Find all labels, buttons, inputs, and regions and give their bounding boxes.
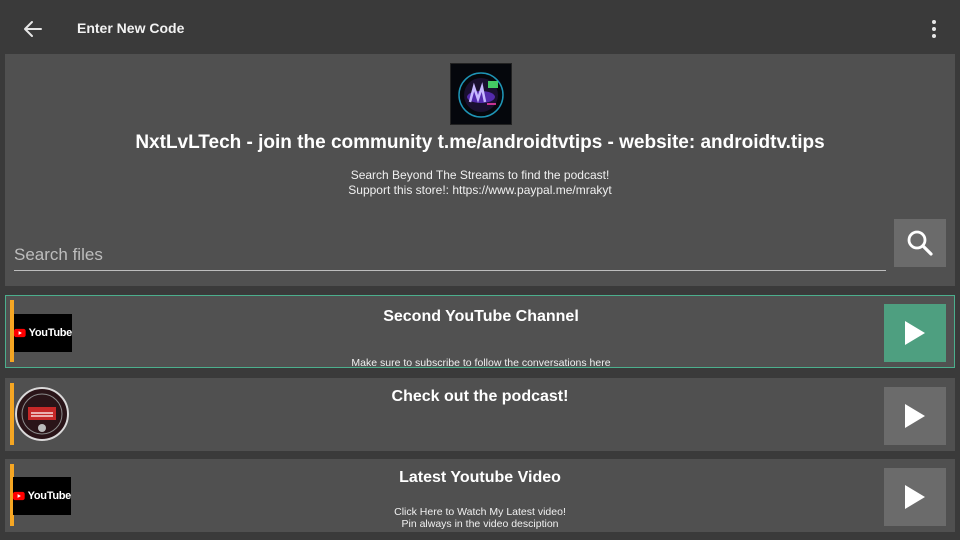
store-title: NxtLvLTech - join the community t.me/and… <box>135 132 825 153</box>
youtube-logo-icon: YouTube <box>14 314 72 352</box>
item-description: Make sure to subscribe to follow the con… <box>351 357 611 369</box>
item-thumbnail: YouTube <box>14 314 72 352</box>
play-button[interactable] <box>884 468 946 526</box>
item-title: Latest Youtube Video <box>399 469 561 486</box>
youtube-logo-icon: YouTube <box>13 477 71 515</box>
play-icon <box>905 321 925 345</box>
play-icon <box>905 404 925 428</box>
item-description-line: Pin always in the video desciption <box>401 518 559 530</box>
play-button[interactable] <box>884 387 946 445</box>
search-input[interactable] <box>14 242 886 271</box>
item-thumbnail <box>11 384 73 444</box>
list-item[interactable]: Check out the podcast! <box>5 378 955 451</box>
search-icon <box>907 230 933 256</box>
item-title: Check out the podcast! <box>391 388 569 405</box>
item-thumbnail: YouTube <box>13 477 71 515</box>
youtube-logo-text: YouTube <box>27 490 71 502</box>
item-description: Click Here to Watch My Latest video! Pin… <box>75 506 885 530</box>
page-title: Enter New Code <box>77 20 185 36</box>
store-description-line: Support this store!: https://www.paypal.… <box>348 183 612 197</box>
play-icon <box>905 485 925 509</box>
play-button[interactable] <box>884 304 946 362</box>
back-button[interactable] <box>18 14 48 44</box>
store-description: Search Beyond The Streams to find the po… <box>5 168 955 198</box>
more-vert-icon[interactable] <box>924 16 944 42</box>
item-title: Second YouTube Channel <box>383 308 579 325</box>
store-description-line: Search Beyond The Streams to find the po… <box>350 168 610 182</box>
arrow-left-icon <box>24 21 42 37</box>
store-logo <box>450 63 512 125</box>
podcast-logo-icon <box>15 387 69 441</box>
item-description-line: Click Here to Watch My Latest video! <box>394 506 566 518</box>
youtube-logo-text: YouTube <box>28 327 72 339</box>
list-item[interactable]: YouTube Second YouTube Channel Make sure… <box>5 295 955 369</box>
store-header-panel: NxtLvLTech - join the community t.me/and… <box>5 54 955 286</box>
app-bar: Enter New Code <box>0 0 960 56</box>
search-button[interactable] <box>894 219 946 267</box>
list-item[interactable]: YouTube Latest Youtube Video Click Here … <box>5 459 955 532</box>
